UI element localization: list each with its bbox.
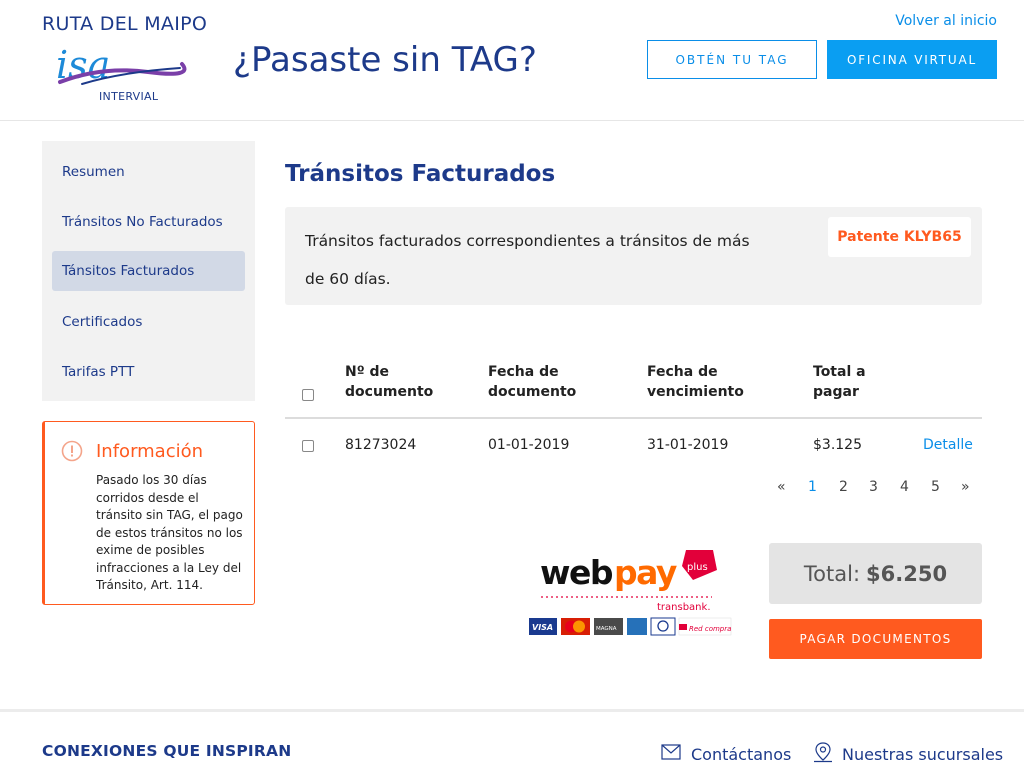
branches-link[interactable]: Nuestras sucursales bbox=[842, 745, 1003, 764]
virtual-office-button[interactable]: OFICINA VIRTUAL bbox=[827, 40, 997, 79]
sidebar-item-tarifas-ptt[interactable]: Tarifas PTT bbox=[52, 352, 245, 392]
webpay-logo-graphic: web pay plus transbank. VISA MAGNA Red c… bbox=[529, 550, 731, 636]
cell-due-date: 31-01-2019 bbox=[647, 437, 729, 453]
detail-link[interactable]: Detalle bbox=[923, 437, 973, 453]
table-divider bbox=[285, 417, 982, 419]
row-checkbox[interactable] bbox=[302, 440, 314, 452]
card-redcompra: Red compra bbox=[689, 625, 731, 633]
footer-divider bbox=[0, 709, 1024, 712]
column-header-date: Fecha de documento bbox=[488, 364, 577, 400]
isa-logo-mark: isa bbox=[56, 43, 187, 87]
plate-badge: Patente KLYB65 bbox=[828, 217, 971, 257]
logo-subtitle: INTERVIAL bbox=[99, 90, 159, 103]
notice-text: Tránsitos facturados correspondientes a … bbox=[305, 232, 750, 288]
back-home-link[interactable]: Volver al inicio bbox=[895, 13, 997, 29]
notice-panel: Tránsitos facturados correspondientes a … bbox=[285, 207, 982, 305]
pagination-page-2[interactable]: 2 bbox=[839, 479, 848, 495]
info-text: Pasado los 30 días corridos desde el trá… bbox=[96, 473, 243, 592]
alert-circle-icon bbox=[61, 440, 83, 462]
sidebar-item-transitos-no-facturados[interactable]: Tránsitos No Facturados bbox=[52, 202, 245, 242]
cell-total: $3.125 bbox=[813, 437, 862, 453]
pagination-page-5[interactable]: 5 bbox=[931, 479, 940, 495]
webpay-word-web: web bbox=[540, 553, 613, 592]
sidebar-item-certificados[interactable]: Certificados bbox=[52, 302, 245, 342]
info-panel: Información Pasado los 30 días corridos … bbox=[42, 421, 255, 605]
card-visa: VISA bbox=[532, 623, 553, 632]
cell-date: 01-01-2019 bbox=[488, 437, 570, 453]
column-header-document: Nº de documento bbox=[345, 364, 434, 400]
sidebar-item-resumen[interactable]: Resumen bbox=[52, 152, 245, 192]
contact-link[interactable]: Contáctanos bbox=[691, 745, 791, 764]
column-header-total: Total a pagar bbox=[813, 364, 866, 400]
info-title: Información bbox=[96, 441, 204, 462]
page-title: ¿Pasaste sin TAG? bbox=[233, 40, 537, 80]
sidebar-item-transitos-facturados[interactable]: Tánsitos Facturados bbox=[52, 251, 245, 291]
webpay-word-pay: pay bbox=[614, 553, 677, 592]
webpay-logo: web pay plus transbank. VISA MAGNA Red c… bbox=[527, 542, 737, 642]
total-box: Total: $6.250 bbox=[769, 543, 982, 604]
total-value: $6.250 bbox=[866, 561, 948, 586]
location-pin-icon[interactable] bbox=[812, 741, 834, 763]
pagination-page-1[interactable]: 1 bbox=[808, 479, 817, 495]
transbank-label: transbank. bbox=[657, 602, 711, 613]
pay-documents-button[interactable]: PAGAR DOCUMENTOS bbox=[769, 619, 982, 659]
get-tag-button[interactable]: OBTÉN TU TAG bbox=[647, 40, 817, 79]
pagination-page-3[interactable]: 3 bbox=[869, 479, 878, 495]
card-magna: MAGNA bbox=[596, 626, 617, 632]
footer-tagline: CONEXIONES QUE INSPIRAN bbox=[42, 742, 292, 760]
select-all-checkbox[interactable] bbox=[302, 389, 314, 401]
brand-name: RUTA DEL MAIPO bbox=[42, 13, 208, 35]
site-header: RUTA DEL MAIPO isa INTERVIAL ¿Pasaste si… bbox=[0, 0, 1024, 121]
webpay-plus-badge: plus bbox=[687, 562, 708, 573]
pagination-page-4[interactable]: 4 bbox=[900, 479, 909, 495]
column-header-due-date: Fecha de vencimiento bbox=[647, 364, 744, 400]
envelope-icon[interactable] bbox=[660, 741, 682, 763]
pagination-next[interactable]: » bbox=[961, 479, 970, 495]
section-title: Tránsitos Facturados bbox=[285, 161, 556, 187]
total-label: Total: bbox=[803, 561, 861, 586]
cell-document: 81273024 bbox=[345, 437, 417, 453]
sidebar-nav: Resumen Tránsitos No Facturados Tánsitos… bbox=[42, 141, 255, 401]
pagination-prev[interactable]: « bbox=[777, 479, 786, 495]
